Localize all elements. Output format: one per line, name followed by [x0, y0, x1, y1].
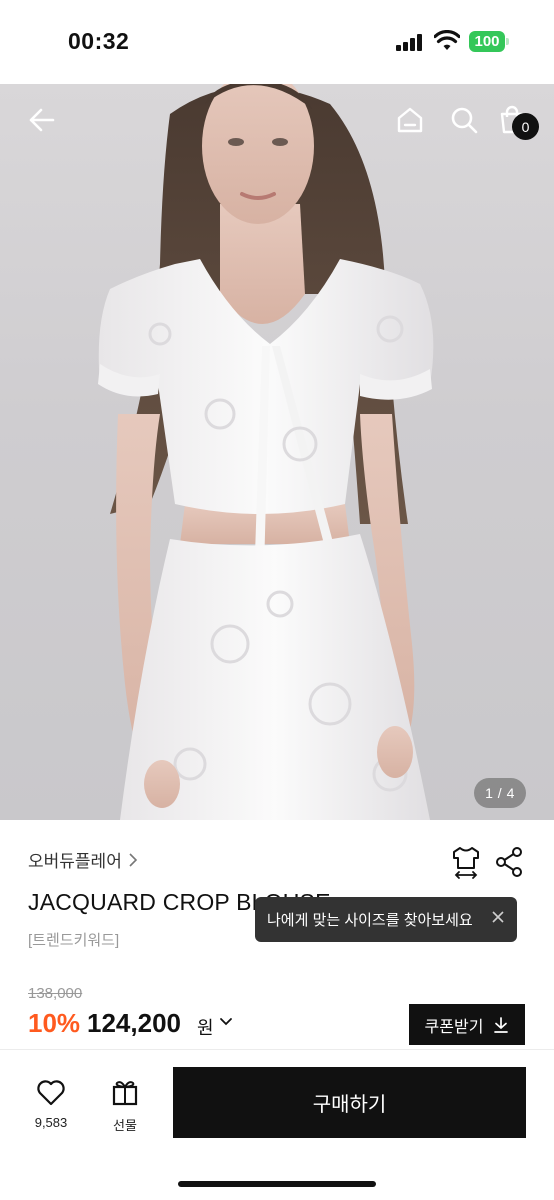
- close-icon: [492, 911, 504, 923]
- chevron-right-icon: [129, 852, 137, 867]
- search-button[interactable]: [444, 100, 484, 140]
- gift-label: 선물: [113, 1118, 137, 1133]
- tooltip-close-button[interactable]: [489, 910, 507, 928]
- coupon-label: 쿠폰받기: [424, 1018, 484, 1036]
- heart-icon: [37, 1080, 65, 1106]
- size-tooltip: 나에게 맞는 사이즈를 찾아보세요: [255, 897, 517, 942]
- like-button[interactable]: 9,583: [28, 1078, 74, 1134]
- cellular-signal-icon: [396, 34, 424, 51]
- gift-icon: [112, 1081, 138, 1106]
- wifi-icon: [434, 30, 460, 50]
- gift-button[interactable]: 선물: [104, 1078, 146, 1134]
- tooltip-text: 나에게 맞는 사이즈를 찾아보세요: [267, 912, 473, 929]
- download-icon: [494, 1016, 509, 1033]
- home-button[interactable]: [390, 100, 430, 140]
- gallery-page-indicator: 1 / 4: [474, 778, 526, 808]
- home-indicator: [178, 1181, 376, 1187]
- chevron-down-icon[interactable]: [218, 1014, 234, 1030]
- product-keyword: [트렌드키워드]: [28, 932, 120, 949]
- coupon-button[interactable]: 쿠폰받기: [409, 1004, 525, 1045]
- product-image-gallery[interactable]: [0, 84, 554, 820]
- buy-button[interactable]: 구매하기: [173, 1067, 526, 1138]
- discount-rate: 10%: [28, 1008, 81, 1038]
- share-button[interactable]: [493, 845, 527, 879]
- battery-indicator: 100: [469, 31, 509, 52]
- sale-price: 124,200: [87, 1008, 181, 1038]
- like-count: 9,583: [34, 1115, 68, 1130]
- brand-link[interactable]: 오버듀플레어: [28, 847, 138, 872]
- cart-count-badge: 0: [512, 113, 539, 140]
- back-arrow-icon: [29, 108, 55, 132]
- share-icon: [496, 847, 522, 877]
- status-bar: 00:32 100: [0, 0, 554, 84]
- original-price: 138,000: [28, 985, 83, 1002]
- battery-level: 100: [474, 33, 500, 50]
- buy-label: 구매하기: [312, 1094, 387, 1116]
- status-time: 00:32: [68, 28, 130, 54]
- search-icon: [451, 107, 478, 134]
- product-photo: [98, 84, 434, 820]
- currency-unit: 원: [197, 1018, 214, 1038]
- size-guide-icon: [453, 847, 479, 879]
- back-button[interactable]: [22, 100, 62, 140]
- home-icon: [397, 107, 423, 133]
- brand-name: 오버듀플레어: [28, 852, 122, 871]
- size-guide-button[interactable]: [448, 844, 484, 880]
